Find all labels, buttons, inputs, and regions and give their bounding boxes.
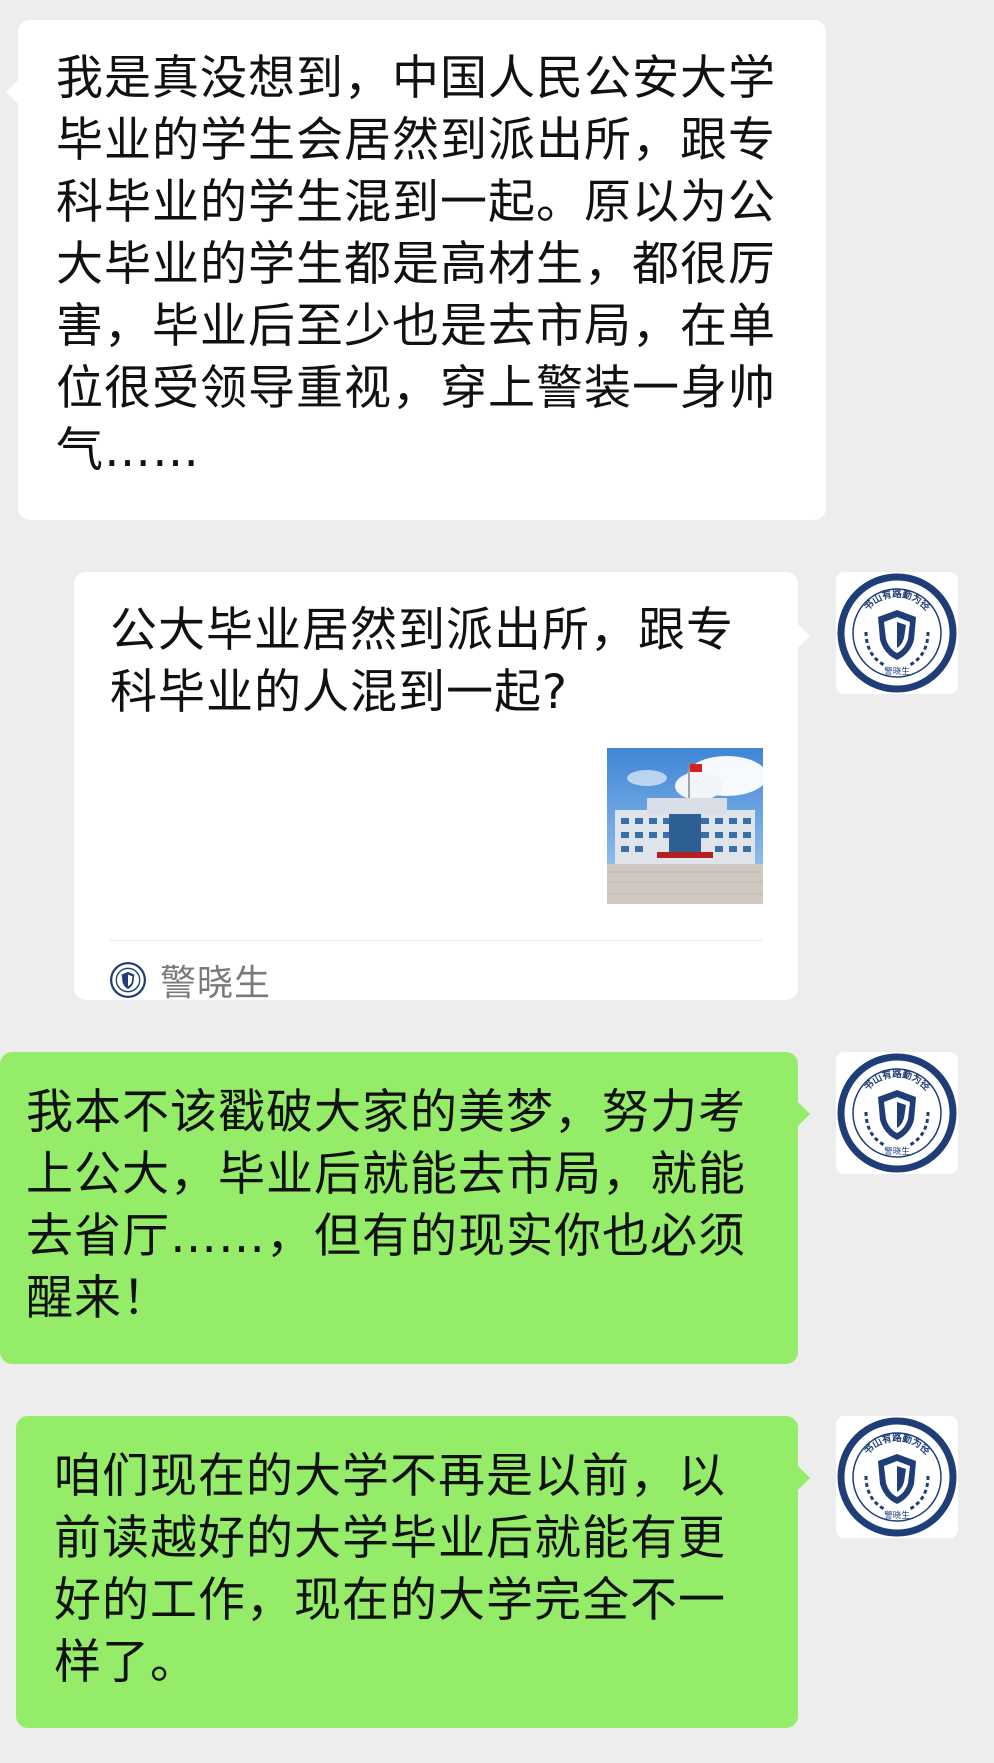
- link-card-title: 公大毕业居然到派出所，跟专科毕业的人混到一起?: [110, 603, 734, 720]
- sender-avatar[interactable]: 书山有路勤为径 警晓生: [836, 1052, 958, 1174]
- link-card-source[interactable]: 警晓生: [110, 950, 271, 1010]
- link-card-source-name: 警晓生: [160, 963, 272, 1004]
- message-bubble-outgoing[interactable]: 咱们现在的大学不再是以前，以前读越好的大学毕业后就能有更好的工作，现在的大学完全…: [16, 1416, 810, 1728]
- link-card-thumbnail: [607, 748, 763, 904]
- shield-badge-icon: 书山有路勤为径 警晓生: [837, 1417, 957, 1537]
- svg-text:警晓生: 警晓生: [884, 666, 910, 677]
- message-bubble-outgoing[interactable]: 我本不该戳破大家的美梦，努力考上公大，毕业后就能去市局，就能去省厅……，但有的现…: [0, 1052, 810, 1364]
- svg-text:警晓生: 警晓生: [884, 1146, 910, 1157]
- source-avatar-icon: [110, 962, 146, 998]
- sender-avatar[interactable]: 书山有路勤为径 警晓生: [836, 1416, 958, 1538]
- message-text: 我是真没想到，中国人民公安大学毕业的学生会居然到派出所，跟专科毕业的学生混到一起…: [56, 51, 776, 478]
- message-text: 咱们现在的大学不再是以前，以前读越好的大学毕业后就能有更好的工作，现在的大学完全…: [54, 1449, 726, 1690]
- sender-avatar[interactable]: 书山有路勤为径 警晓生: [836, 572, 958, 694]
- message-bubble-incoming[interactable]: 我是真没想到，中国人民公安大学毕业的学生会居然到派出所，跟专科毕业的学生混到一起…: [6, 20, 826, 520]
- link-card[interactable]: 公大毕业居然到派出所，跟专科毕业的人混到一起? 警晓生: [74, 572, 810, 1004]
- link-card-divider: [110, 940, 762, 941]
- svg-text:警晓生: 警晓生: [884, 1510, 910, 1521]
- message-text: 我本不该戳破大家的美梦，努力考上公大，毕业后就能去市局，就能去省厅……，但有的现…: [26, 1085, 746, 1326]
- shield-badge-icon: 书山有路勤为径 警晓生: [837, 573, 957, 693]
- building-photo-icon: [607, 748, 763, 904]
- shield-badge-icon: 书山有路勤为径 警晓生: [837, 1053, 957, 1173]
